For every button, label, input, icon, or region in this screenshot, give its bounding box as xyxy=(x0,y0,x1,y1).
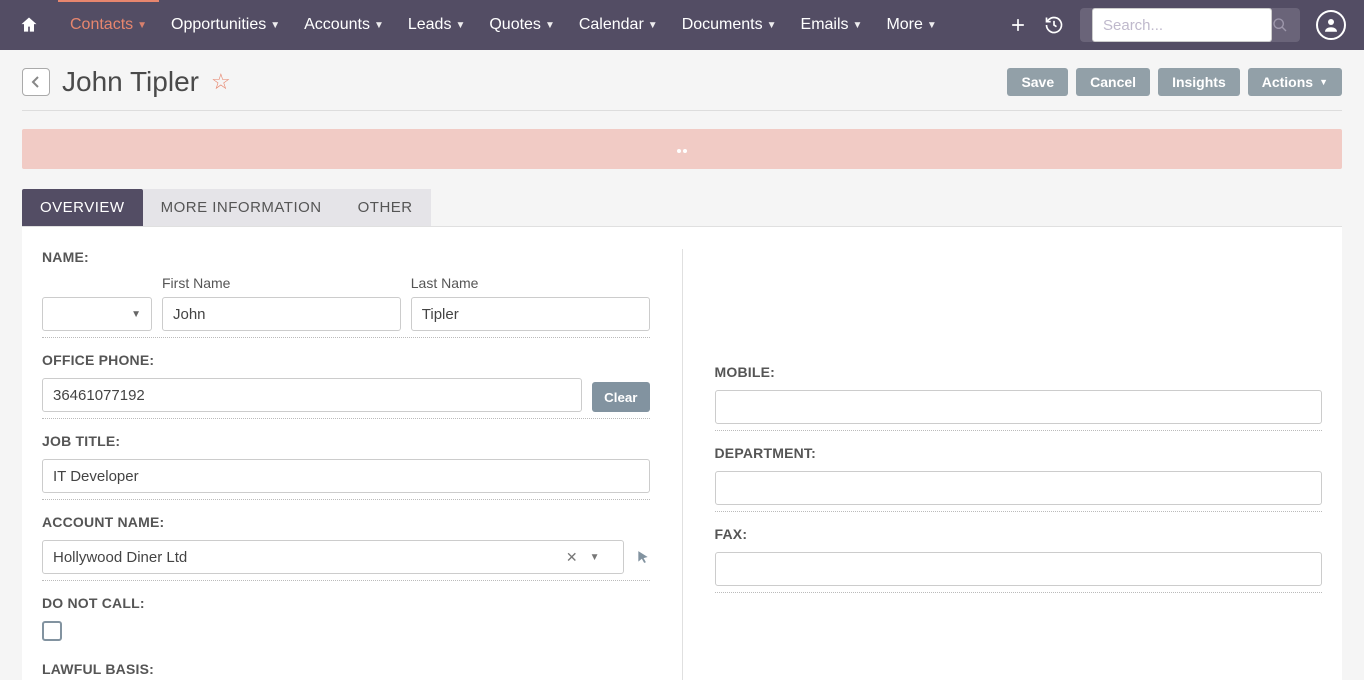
label-office-phone: OFFICE PHONE: xyxy=(42,352,650,368)
mobile-input[interactable] xyxy=(715,390,1323,424)
nav-label: Opportunities xyxy=(171,16,266,34)
insights-button[interactable]: Insights xyxy=(1158,68,1240,96)
account-name-input[interactable] xyxy=(42,540,624,574)
topnav: Contacts ▼ Opportunities ▼ Accounts ▼ Le… xyxy=(0,0,1364,50)
chevron-down-icon: ▼ xyxy=(131,309,141,320)
chevron-down-icon: ▼ xyxy=(545,20,555,31)
field-lawful-basis: LAWFUL BASIS: xyxy=(42,661,650,677)
field-do-not-call: DO NOT CALL: xyxy=(42,595,650,641)
field-mobile: MOBILE: xyxy=(715,364,1323,431)
form-col-left: NAME: ▼ First Name Last Name xyxy=(42,249,683,680)
nav-label: Accounts xyxy=(304,16,370,34)
chevron-down-icon[interactable]: ▼ xyxy=(590,552,600,563)
add-icon[interactable] xyxy=(1008,15,1028,35)
form-col-right: MOBILE: DEPARTMENT: FAX: MY MULTI ENUM: xyxy=(683,249,1323,680)
field-job-title: JOB TITLE: xyxy=(42,433,650,500)
label-mobile: MOBILE: xyxy=(715,364,1323,380)
nav-leads[interactable]: Leads ▼ xyxy=(396,0,478,50)
label-fax: FAX: xyxy=(715,526,1323,542)
nav-contacts[interactable]: Contacts ▼ xyxy=(58,0,159,50)
tabs: OVERVIEW MORE INFORMATION OTHER xyxy=(22,189,1342,226)
label-lawful-basis: LAWFUL BASIS: xyxy=(42,661,650,677)
page: John Tipler ☆ Save Cancel Insights Actio… xyxy=(0,50,1364,680)
field-fax: FAX: xyxy=(715,526,1323,593)
back-button[interactable] xyxy=(22,68,50,96)
chevron-down-icon: ▼ xyxy=(648,20,658,31)
field-office-phone: OFFICE PHONE: Clear xyxy=(42,352,650,419)
label-first-name: First Name xyxy=(162,275,401,291)
nav-label: Documents xyxy=(682,16,763,34)
actions-button[interactable]: Actions ▼ xyxy=(1248,68,1342,96)
chevron-down-icon: ▼ xyxy=(137,20,147,31)
history-icon[interactable] xyxy=(1044,15,1064,35)
nav-label: Contacts xyxy=(70,16,133,34)
search-input[interactable] xyxy=(1092,8,1272,42)
field-account-name: ACCOUNT NAME: ✕ ▼ xyxy=(42,514,650,581)
page-title: John Tipler xyxy=(62,66,199,98)
favorite-star-icon[interactable]: ☆ xyxy=(211,69,231,95)
save-button[interactable]: Save xyxy=(1007,68,1068,96)
label-do-not-call: DO NOT CALL: xyxy=(42,595,650,611)
label-name: NAME: xyxy=(42,249,650,265)
fax-input[interactable] xyxy=(715,552,1323,586)
department-input[interactable] xyxy=(715,471,1323,505)
nav-accounts[interactable]: Accounts ▼ xyxy=(292,0,396,50)
loading-dots-icon xyxy=(676,140,688,158)
office-phone-input[interactable] xyxy=(42,378,582,412)
field-name: NAME: ▼ First Name Last Name xyxy=(42,249,650,338)
nav-items: Contacts ▼ Opportunities ▼ Accounts ▼ Le… xyxy=(58,0,949,50)
chevron-down-icon: ▼ xyxy=(767,20,777,31)
nav-actions xyxy=(1008,8,1346,42)
chevron-down-icon: ▼ xyxy=(1319,77,1328,87)
nav-label: Leads xyxy=(408,16,452,34)
nav-label: Emails xyxy=(801,16,849,34)
nav-opportunities[interactable]: Opportunities ▼ xyxy=(159,0,292,50)
user-avatar[interactable] xyxy=(1316,10,1346,40)
clear-phone-button[interactable]: Clear xyxy=(592,382,649,412)
select-icon[interactable] xyxy=(636,548,650,566)
nav-label: Quotes xyxy=(489,16,541,34)
job-title-input[interactable] xyxy=(42,459,650,493)
tab-overview[interactable]: OVERVIEW xyxy=(22,189,143,226)
nav-calendar[interactable]: Calendar ▼ xyxy=(567,0,670,50)
nav-more[interactable]: More ▼ xyxy=(874,0,948,50)
header-buttons: Save Cancel Insights Actions ▼ xyxy=(1007,68,1342,96)
clear-icon[interactable]: ✕ xyxy=(566,549,578,566)
field-department: DEPARTMENT: xyxy=(715,445,1323,512)
nav-label: Calendar xyxy=(579,16,644,34)
chevron-down-icon: ▼ xyxy=(374,20,384,31)
label-account-name: ACCOUNT NAME: xyxy=(42,514,650,530)
loading-bar xyxy=(22,129,1342,169)
cancel-button[interactable]: Cancel xyxy=(1076,68,1150,96)
home-icon[interactable] xyxy=(18,14,40,36)
chevron-down-icon: ▼ xyxy=(270,20,280,31)
nav-documents[interactable]: Documents ▼ xyxy=(670,0,789,50)
nav-quotes[interactable]: Quotes ▼ xyxy=(477,0,567,50)
chevron-down-icon: ▼ xyxy=(853,20,863,31)
tab-other[interactable]: OTHER xyxy=(340,189,431,226)
tab-more-information[interactable]: MORE INFORMATION xyxy=(143,189,340,226)
page-header: John Tipler ☆ Save Cancel Insights Actio… xyxy=(22,66,1342,98)
do-not-call-checkbox[interactable] xyxy=(42,621,62,641)
label-last-name: Last Name xyxy=(411,275,650,291)
label-department: DEPARTMENT: xyxy=(715,445,1323,461)
search-box[interactable] xyxy=(1080,8,1300,42)
salutation-select[interactable]: ▼ xyxy=(42,297,152,331)
form-panel: NAME: ▼ First Name Last Name xyxy=(22,226,1342,680)
chevron-down-icon: ▼ xyxy=(455,20,465,31)
search-icon[interactable] xyxy=(1272,17,1288,33)
chevron-down-icon: ▼ xyxy=(927,20,937,31)
label-job-title: JOB TITLE: xyxy=(42,433,650,449)
nav-emails[interactable]: Emails ▼ xyxy=(789,0,875,50)
nav-label: More xyxy=(886,16,922,34)
first-name-input[interactable] xyxy=(162,297,401,331)
last-name-input[interactable] xyxy=(411,297,650,331)
